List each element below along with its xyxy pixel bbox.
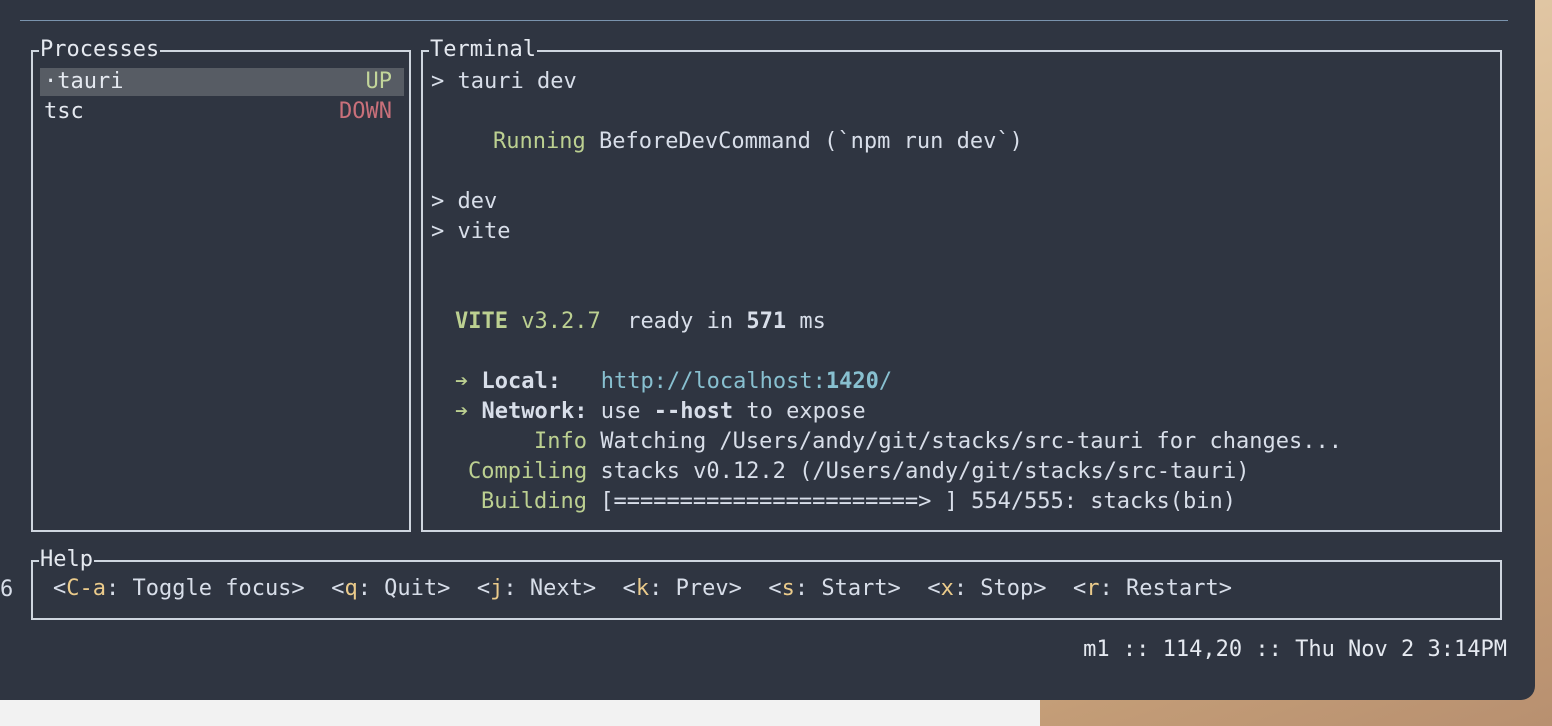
terminal-line: Running BeforeDevCommand (`npm run dev`) [493,129,1023,154]
terminal-line: Building [=======================> ] 554… [481,489,1236,514]
terminal-panel[interactable]: Terminal > tauri dev Running BeforeDevCo… [421,38,1502,532]
help-keybindings: <C-a: Toggle focus> <q: Quit> <j: Next> … [53,574,1232,604]
process-item-tauri[interactable]: ·tauri UP [40,68,404,96]
process-status: UP [365,69,393,94]
terminal-line: Info Watching /Users/andy/git/stacks/src… [534,429,1342,454]
vite-ready-line: VITE v3.2.7 ready in 571 ms [455,309,826,334]
help-panel: Help <C-a: Toggle focus> <q: Quit> <j: N… [31,548,1502,620]
help-item-stop[interactable]: <x: Stop> [927,576,1046,601]
terminal-panel-title: Terminal [429,37,537,62]
selection-marker: · [44,69,58,94]
arrow-right-icon: ➔ [455,369,469,394]
terminal-line: > dev [431,189,498,214]
process-item-tsc[interactable]: tsc DOWN [40,98,404,126]
help-item-quit[interactable]: <q: Quit> [331,576,450,601]
tmux-status-bar: m1 :: 114,20 :: Thu Nov 2 3:14PM [1083,637,1507,662]
top-divider [20,20,1508,21]
local-url-link[interactable]: http://localhost:1420/ [561,369,892,394]
help-panel-title: Help [39,547,94,572]
process-name: tauri [57,69,124,94]
vite-network-line: ➔ Network: use --host to expose [455,399,866,424]
processes-panel-title: Processes [39,37,161,62]
help-item-prev[interactable]: <k: Prev> [623,576,742,601]
processes-panel[interactable]: Processes ·tauri UP tsc DOWN [31,38,411,532]
help-item-next[interactable]: <j: Next> [477,576,596,601]
process-name: tsc [44,99,84,124]
help-item-restart[interactable]: <r: Restart> [1073,576,1232,601]
terminal-window[interactable]: Processes ·tauri UP tsc DOWN Terminal > … [0,0,1535,700]
vite-local-line: ➔ Local: http://localhost:1420/ [455,369,893,394]
terminal-line: > tauri dev [431,69,577,94]
process-status: DOWN [339,99,392,124]
terminal-line: Compiling stacks v0.12.2 (/Users/andy/gi… [468,459,1250,484]
help-item-start[interactable]: <s: Start> [768,576,900,601]
arrow-right-icon: ➔ [455,399,469,424]
terminal-line: > vite [431,219,511,244]
help-item-toggle-focus[interactable]: <C-a: Toggle focus> [53,576,305,601]
clipped-pane-digit: 6 [0,577,14,602]
